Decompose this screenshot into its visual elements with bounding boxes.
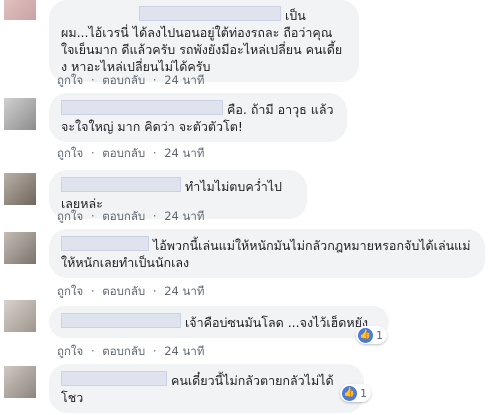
reply-link[interactable]: ตอบกลับ: [102, 344, 145, 358]
reaction-count: 1: [376, 328, 383, 342]
avatar[interactable]: [4, 232, 36, 264]
redacted-author-name[interactable]: [61, 313, 181, 328]
redacted-author-name[interactable]: [61, 236, 149, 251]
comment-bubble: เป็นผม...ไอ้เวรนี่ ได้ลงไปนอนอยู่ใต้ท่อง…: [49, 0, 359, 82]
comment-actions: ถูกใจ · ตอบกลับ · 24 นาที: [57, 283, 208, 301]
reply-link[interactable]: ตอบกลับ: [102, 146, 145, 160]
redacted-author-name[interactable]: [61, 100, 223, 115]
comment-actions: ถูกใจ · ตอบกลับ · 24 นาที: [57, 72, 208, 90]
separator: ·: [90, 146, 95, 160]
comment-bubble: คนเดี๋ยวนี้ไม่กลัวตายกลัวไม่ได้โชว: [49, 364, 364, 413]
redacted-author-name[interactable]: [61, 371, 167, 386]
avatar[interactable]: [4, 98, 36, 130]
reaction-badge[interactable]: 👍 1: [340, 384, 371, 402]
separator: ·: [90, 284, 95, 298]
separator: ·: [90, 73, 95, 87]
timestamp[interactable]: 24 นาที: [164, 209, 204, 223]
comment-actions: ถูกใจ · ตอบกลับ · 24 นาที: [57, 145, 208, 163]
separator: ·: [90, 344, 95, 358]
reaction-badge[interactable]: 👍 1: [356, 326, 387, 344]
reply-link[interactable]: ตอบกลับ: [102, 73, 145, 87]
separator: ·: [152, 146, 157, 160]
like-thumb-icon: 👍: [342, 385, 357, 401]
like-link[interactable]: ถูกใจ: [57, 209, 83, 223]
comment-text: เจ้าคือบ่ซนมันโลด ...จงไว้เฮ็ดหยัง: [185, 315, 369, 330]
separator: ·: [152, 209, 157, 223]
reply-link[interactable]: ตอบกลับ: [102, 209, 145, 223]
avatar[interactable]: [4, 173, 36, 205]
comment-bubble: ไอ้พวกนี้เล่นแม่ให้หนักมันไม่กลัวกฎหมายห…: [49, 229, 485, 278]
separator: ·: [152, 73, 157, 87]
separator: ·: [152, 284, 157, 298]
timestamp[interactable]: 24 นาที: [164, 344, 204, 358]
redacted-author-name[interactable]: [61, 177, 181, 192]
timestamp[interactable]: 24 นาที: [164, 284, 204, 298]
like-link[interactable]: ถูกใจ: [57, 73, 83, 87]
timestamp[interactable]: 24 นาที: [164, 73, 204, 87]
reaction-count: 1: [360, 386, 367, 400]
comment-actions: ถูกใจ · ตอบกลับ · 24 นาที: [57, 343, 208, 361]
avatar[interactable]: [4, 366, 36, 398]
comment-bubble: คือ. ถ้ามี อาวุธ แล้ว จะใจใหญ่ มาก คิดว่…: [49, 93, 347, 142]
reply-link[interactable]: ตอบกลับ: [102, 284, 145, 298]
redacted-author-name[interactable]: [139, 6, 281, 21]
like-link[interactable]: ถูกใจ: [57, 146, 83, 160]
comment-bubble: เจ้าคือบ่ซนมันโลด ...จงไว้เฮ็ดหยัง: [49, 306, 389, 338]
like-thumb-icon: 👍: [358, 327, 373, 343]
separator: ·: [152, 344, 157, 358]
like-link[interactable]: ถูกใจ: [57, 284, 83, 298]
avatar[interactable]: [4, 300, 36, 332]
avatar[interactable]: [4, 0, 36, 20]
comment-actions: ถูกใจ · ตอบกลับ · 24 นาที: [57, 208, 208, 226]
timestamp[interactable]: 24 นาที: [164, 146, 204, 160]
separator: ·: [90, 209, 95, 223]
like-link[interactable]: ถูกใจ: [57, 344, 83, 358]
